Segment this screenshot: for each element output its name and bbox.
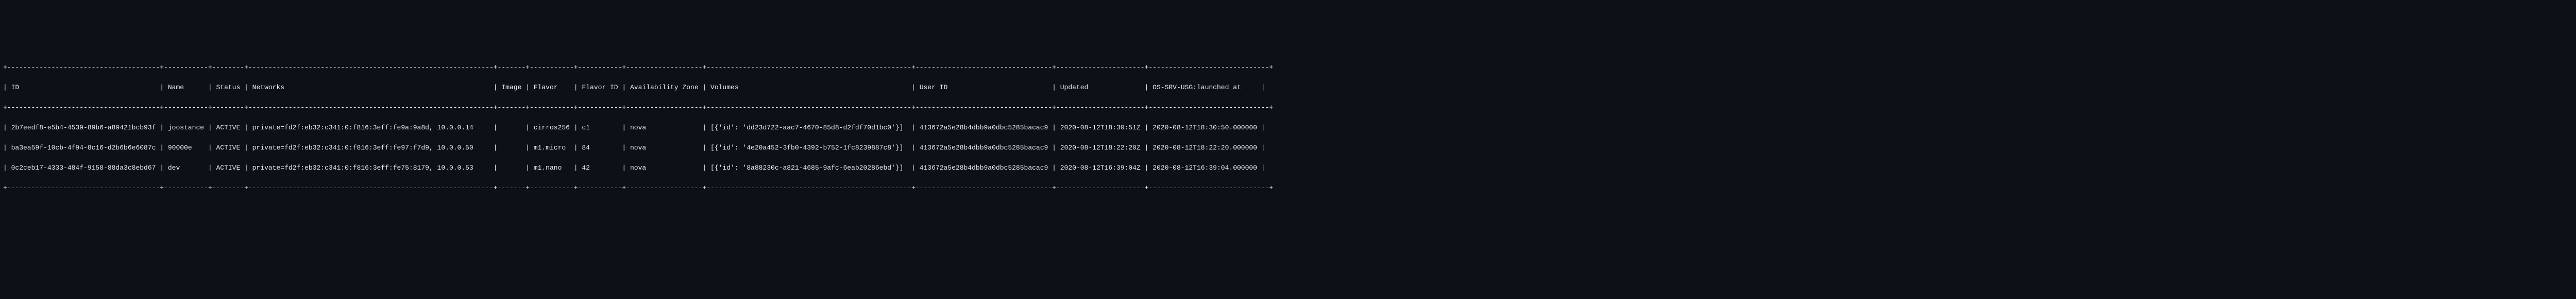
table-border-mid: +--------------------------------------+… <box>3 103 2573 113</box>
table-row: | ba3ea59f-10cb-4f94-8c16-d2b6b6e6087c |… <box>3 143 2573 153</box>
table-border-bottom: +--------------------------------------+… <box>3 183 2573 193</box>
terminal-output: +--------------------------------------+… <box>0 51 2576 206</box>
table-border-top: +--------------------------------------+… <box>3 62 2573 73</box>
table-row: | 2b7eedf8-e5b4-4539-89b6-a89421bcb93f |… <box>3 123 2573 133</box>
table-row: | 0c2ceb17-4333-484f-9158-88da3c8ebd67 |… <box>3 163 2573 173</box>
table-header-row: | ID | Name | Status | Networks | Image … <box>3 82 2573 93</box>
